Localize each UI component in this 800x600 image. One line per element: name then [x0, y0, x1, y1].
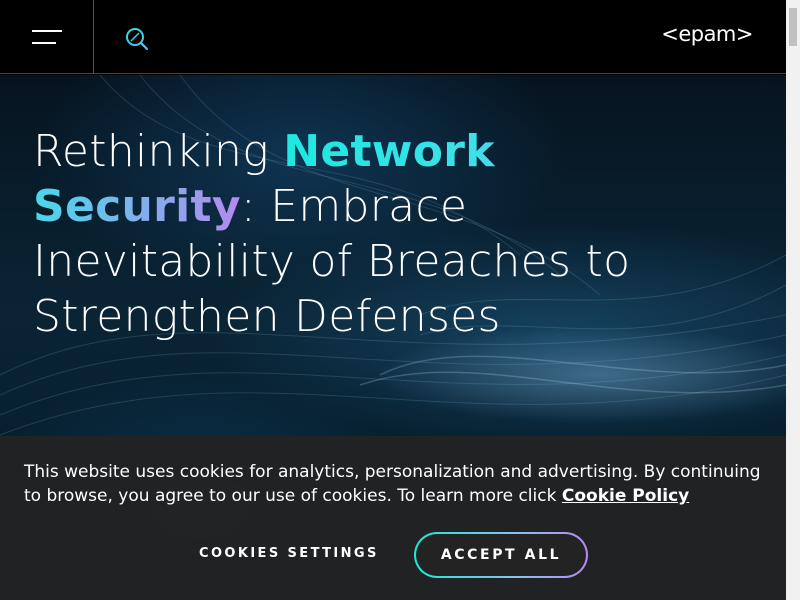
site-header: <epam>	[0, 0, 786, 74]
title-text-start: Rethinking	[33, 126, 284, 177]
menu-icon-line-bottom	[32, 42, 56, 44]
cookie-banner: This website uses cookies for analytics,…	[0, 436, 786, 600]
scrollbar-thumb[interactable]	[789, 8, 797, 46]
epam-logo[interactable]: <epam>	[661, 22, 753, 46]
cookie-policy-link[interactable]: Cookie Policy	[562, 486, 689, 506]
page-scrollbar[interactable]	[786, 0, 800, 600]
accept-all-button[interactable]: ACCEPT ALL	[414, 532, 588, 578]
menu-icon-line-top	[32, 30, 62, 32]
hamburger-menu-button[interactable]	[0, 0, 94, 74]
cookie-message: This website uses cookies for analytics,…	[24, 460, 764, 508]
accept-all-label: ACCEPT ALL	[416, 534, 586, 576]
page-title: Rethinking Network Security: Embrace Ine…	[33, 124, 733, 344]
search-icon[interactable]	[124, 26, 150, 52]
cookies-settings-button[interactable]: COOKIES SETTINGS	[199, 546, 379, 561]
